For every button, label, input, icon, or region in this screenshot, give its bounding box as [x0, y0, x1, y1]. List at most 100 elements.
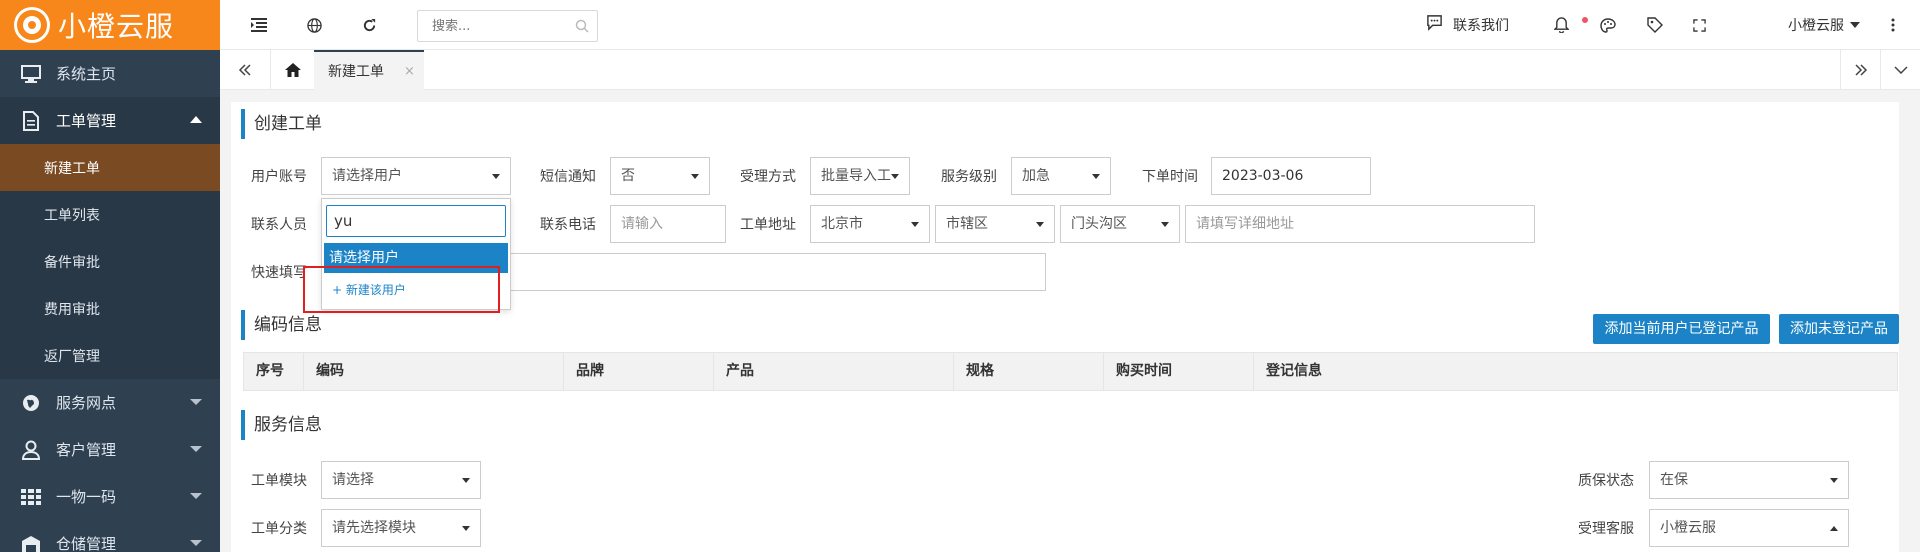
label-user-account: 用户账号 [251, 169, 307, 185]
caret-down-icon [1092, 174, 1100, 179]
district-select[interactable]: 市辖区 [935, 205, 1055, 243]
tab-label: 新建工单 [328, 64, 384, 80]
search-input[interactable] [418, 11, 558, 41]
label-contact-phone: 联系电话 [540, 217, 596, 233]
accept-method-select[interactable]: 批量导入工 [810, 157, 910, 195]
column-header: 规格 [954, 353, 1104, 390]
create-order-panel: 创建工单 用户账号 请选择用户 短信通知 否 受理方式 批量导入工 服务级别 加… [231, 102, 1899, 552]
area-select[interactable]: 门头沟区 [1060, 205, 1180, 243]
caret-down-icon [891, 174, 899, 179]
search-box [417, 10, 598, 42]
sidebar-item-service-points[interactable]: 服务网点 [0, 379, 220, 426]
brand-logo[interactable]: 小橙云服 [0, 0, 220, 50]
select-value: 请选择 [332, 472, 374, 488]
tab-options-chevron-icon[interactable] [1880, 50, 1920, 90]
sidebar-item-home[interactable]: 系统主页 [0, 50, 220, 97]
close-icon[interactable]: × [404, 64, 415, 79]
caret-down-icon [190, 399, 202, 405]
orange-logo-icon [14, 7, 50, 43]
dropdown-search-input[interactable]: yu [326, 205, 506, 237]
label-order-time: 下单时间 [1142, 169, 1198, 185]
sidebar-subitem-expense-approval[interactable]: 费用审批 [0, 285, 220, 332]
address-detail-input[interactable]: 请填写详细地址 [1185, 205, 1535, 243]
order-time-input[interactable]: 2023-03-06 10:15:20 [1211, 157, 1371, 220]
sidebar-item-order-management[interactable]: 工单管理 [0, 97, 220, 144]
order-category-select[interactable]: 请先选择模块 [321, 509, 481, 547]
section-title-create-order: 创建工单 [241, 109, 322, 139]
top-bar: 联系我们 小橙云服 [220, 0, 1920, 50]
tab-new-order[interactable]: 新建工单 × [314, 50, 424, 90]
theme-palette-icon[interactable] [1597, 14, 1619, 36]
fullscreen-icon[interactable] [1688, 14, 1710, 36]
label-warranty: 质保状态 [1578, 473, 1634, 489]
select-value: 否 [621, 168, 635, 184]
sidebar-item-one-code[interactable]: 一物一码 [0, 473, 220, 520]
more-vertical-icon[interactable] [1882, 14, 1904, 36]
caret-down-icon [190, 446, 202, 452]
caret-down-icon [190, 493, 202, 499]
user-name: 小橙云服 [1788, 18, 1844, 34]
column-header: 编码 [304, 353, 564, 390]
select-value: 门头沟区 [1071, 216, 1127, 232]
tag-icon[interactable] [1644, 14, 1666, 36]
sidebar-subitem-return-management[interactable]: 返厂管理 [0, 332, 220, 379]
label-contact-person: 联系人员 [251, 217, 307, 233]
submenu-order-management: 新建工单 工单列表 备件审批 费用审批 返厂管理 [0, 144, 220, 379]
monitor-icon [20, 64, 42, 84]
caret-up-icon [190, 116, 202, 123]
caret-down-icon [1161, 222, 1169, 227]
bell-icon[interactable] [1550, 14, 1572, 36]
select-value: 批量导入工 [821, 168, 891, 184]
sidebar-subitem-order-list[interactable]: 工单列表 [0, 191, 220, 238]
add-unregistered-product-button[interactable]: 添加未登记产品 [1779, 314, 1899, 344]
select-value: 市辖区 [946, 216, 988, 232]
select-value: 在保 [1660, 472, 1688, 488]
highlight-box [303, 266, 500, 313]
globe-icon [20, 393, 42, 413]
globe-icon[interactable] [303, 14, 325, 36]
caret-down-icon [1850, 22, 1860, 28]
caret-down-icon [1830, 478, 1838, 483]
caret-down-icon [492, 174, 500, 179]
order-module-select[interactable]: 请选择 [321, 461, 481, 499]
home-tab[interactable] [270, 50, 314, 90]
caret-down-icon [190, 540, 202, 546]
caret-down-icon [1036, 222, 1044, 227]
coding-table-header: 序号 编码 品牌 产品 规格 购买时间 登记信息 [243, 352, 1898, 391]
label-agent: 受理客服 [1578, 521, 1634, 537]
user-icon [20, 440, 42, 460]
user-menu[interactable]: 小橙云服 [1788, 15, 1860, 35]
agent-select[interactable]: 小橙云服 [1649, 509, 1849, 547]
sidebar-item-warehouse[interactable]: 仓储管理 [0, 520, 220, 552]
caret-down-icon [691, 174, 699, 179]
refresh-icon[interactable] [358, 14, 380, 36]
sidebar-item-label: 客户管理 [56, 441, 117, 459]
column-header: 登记信息 [1266, 363, 1322, 379]
brand-name: 小橙云服 [58, 10, 175, 43]
sidebar-item-customer-management[interactable]: 客户管理 [0, 426, 220, 473]
add-registered-product-button[interactable]: 添加当前用户已登记产品 [1593, 314, 1770, 344]
user-account-select[interactable]: 请选择用户 [321, 157, 511, 195]
label-accept-method: 受理方式 [740, 169, 796, 185]
column-header: 序号 [244, 353, 304, 390]
label-service-level: 服务级别 [941, 169, 997, 185]
menu-toggle-icon[interactable] [248, 14, 270, 36]
sidebar-subitem-new-order[interactable]: 新建工单 [0, 144, 220, 191]
tab-scroll-left-icon[interactable] [220, 50, 270, 90]
contact-phone-input[interactable]: 请输入 [610, 205, 726, 243]
tab-scroll-right-icon[interactable] [1840, 50, 1880, 90]
sidebar: 小橙云服 系统主页 工单管理 新建工单 工单列表 备件审批 费用审批 返厂管理 … [0, 0, 220, 552]
section-title-service: 服务信息 [241, 410, 322, 440]
warehouse-icon [20, 534, 42, 552]
sidebar-subitem-parts-approval[interactable]: 备件审批 [0, 238, 220, 285]
city-select[interactable]: 北京市 [810, 205, 930, 243]
sms-select[interactable]: 否 [610, 157, 710, 195]
notification-dot [1582, 17, 1588, 23]
document-icon [20, 110, 42, 131]
service-level-select[interactable]: 加急 [1011, 157, 1111, 195]
select-value: 请先选择模块 [332, 520, 416, 536]
search-icon[interactable] [575, 19, 589, 37]
contact-us-link[interactable]: 联系我们 [1426, 14, 1509, 35]
warranty-select[interactable]: 在保 [1649, 461, 1849, 499]
quick-fill-input[interactable] [500, 253, 1046, 291]
